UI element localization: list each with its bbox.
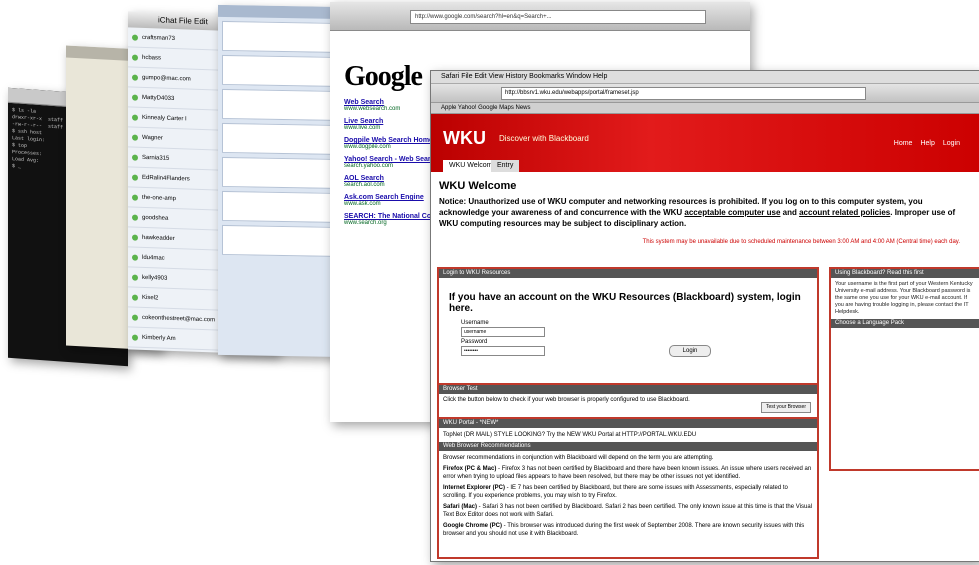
- mail-block: [222, 54, 344, 88]
- buddy-name: craftsman73: [142, 34, 176, 42]
- browser-toolbar: http://bbsrv1.wku.edu/webapps/portal/fra…: [431, 84, 979, 103]
- mail-block: [222, 88, 344, 122]
- google-url-field[interactable]: http://www.google.com/search?hl=en&q=Sea…: [410, 10, 706, 24]
- account-policies-link[interactable]: account related policies: [799, 208, 890, 217]
- buddy-name: Sarnia315: [142, 154, 170, 162]
- buddy-name: MattyD4033: [142, 94, 175, 102]
- bookmarks-bar[interactable]: Apple Yahoo! Google Maps News: [431, 103, 979, 114]
- notice-text: and: [780, 208, 800, 217]
- buddy-name: goodshea: [142, 214, 169, 222]
- buddy-name: the-one-amp: [142, 194, 177, 202]
- status-dot-icon: [132, 194, 138, 201]
- wku-banner: WKU Discover with Blackboard WKU Welcome…: [431, 114, 979, 172]
- recommendations-list: Firefox (PC & Mac) - Firefox 3 has not b…: [439, 465, 817, 538]
- mail-window: [218, 4, 348, 358]
- tab-entry[interactable]: Entry: [491, 160, 520, 172]
- address-bar[interactable]: http://bbsrv1.wku.edu/webapps/portal/fra…: [501, 87, 866, 100]
- status-dot-icon: [132, 174, 138, 181]
- acceptable-use-link[interactable]: acceptable computer use: [684, 208, 780, 217]
- buddy-name: hawkeadder: [142, 234, 175, 242]
- status-dot-icon: [132, 214, 138, 221]
- status-dot-icon: [132, 34, 138, 41]
- buddy-name: ldu4mac: [142, 254, 165, 262]
- status-dot-icon: [132, 114, 138, 121]
- side-panel-header: Using Blackboard? Read this first: [831, 269, 979, 278]
- recommendations-header: Web Browser Recommendations: [439, 442, 817, 451]
- banner-icons: Home Help Login: [894, 140, 960, 147]
- status-dot-icon: [132, 294, 138, 301]
- browser-test-text: Click the button below to check if your …: [443, 397, 690, 403]
- recommendation-text: Safari 3 has not been certified by Black…: [443, 504, 812, 518]
- status-dot-icon: [132, 74, 138, 81]
- mail-block: [222, 224, 344, 258]
- browser-test-panel: Browser Test Click the button below to c…: [437, 383, 819, 419]
- status-dot-icon: [132, 134, 138, 141]
- browser-name: Google Chrome (PC): [443, 523, 503, 529]
- recommendation-text: Firefox 3 has not been certified by Blac…: [443, 466, 812, 480]
- buddy-name: Wagner: [142, 134, 163, 142]
- status-dot-icon: [132, 314, 138, 321]
- help-side-panel: Using Blackboard? Read this first Your u…: [829, 267, 979, 471]
- buddy-name: Kisel2: [142, 294, 159, 301]
- login-panel-header: Login to WKU Resources: [439, 269, 817, 278]
- password-input[interactable]: ••••••••: [461, 346, 545, 356]
- buddy-name: gumpo@mac.com: [142, 74, 191, 83]
- recommendation-item: Internet Explorer (PC) - IE 7 has been c…: [443, 485, 788, 499]
- browser-name: Safari (Mac): [443, 504, 478, 510]
- side-panel-text: Your username is the first part of your …: [835, 281, 973, 315]
- portal-text[interactable]: TopNet (DR MAIL) STYLE LOOKING? Try the …: [443, 431, 813, 439]
- buddy-name: kelly4903: [142, 274, 168, 282]
- buddy-name: cokeonthestreet@mac.com: [142, 314, 216, 323]
- mail-titlebar: [218, 4, 348, 20]
- maintenance-notice: This system may be unavailable due to sc…: [642, 239, 960, 245]
- google-toolbar: http://www.google.com/search?hl=en&q=Sea…: [330, 2, 750, 31]
- username-label: Username: [461, 320, 489, 326]
- status-dot-icon: [132, 254, 138, 261]
- status-dot-icon: [132, 234, 138, 241]
- recommendation-item: Google Chrome (PC) - This browser was in…: [443, 523, 805, 537]
- browser-name: Firefox (PC & Mac): [443, 466, 497, 472]
- mail-block: [222, 20, 344, 54]
- browser-name: Internet Explorer (PC): [443, 485, 506, 491]
- help-icon[interactable]: Help: [920, 140, 934, 147]
- wku-logo[interactable]: WKU: [443, 128, 486, 149]
- buddy-name: hcbass: [142, 54, 162, 62]
- recommendation-item: Safari (Mac) - Safari 3 has not been cer…: [443, 504, 812, 518]
- login-panel-title: If you have an account on the WKU Resour…: [449, 292, 801, 314]
- portal-header: WKU Portal - *NEW*: [439, 419, 817, 428]
- buddy-name: EdRalin4Flanders: [142, 174, 190, 183]
- wku-subtitle: Discover with Blackboard: [499, 134, 589, 143]
- status-dot-icon: [132, 54, 138, 61]
- recommendations-intro: Browser recommendations in conjunction w…: [443, 455, 714, 461]
- browser-test-header: Browser Test: [439, 385, 817, 394]
- home-icon[interactable]: Home: [894, 140, 913, 147]
- login-button[interactable]: Login: [669, 345, 711, 357]
- status-dot-icon: [132, 94, 138, 101]
- test-browser-button[interactable]: Test your Browser: [760, 402, 811, 413]
- login-panel: Login to WKU Resources If you have an ac…: [437, 267, 819, 385]
- password-label: Password: [461, 339, 488, 345]
- recommendations-panel: WKU Portal - *NEW* TopNet (DR MAIL) STYL…: [437, 417, 819, 559]
- buddy-name: Kinnealy Carter I: [142, 114, 187, 122]
- status-dot-icon: [132, 274, 138, 281]
- usage-notice: Notice: Unauthorized use of WKU computer…: [439, 196, 972, 229]
- status-dot-icon: [132, 154, 138, 161]
- recommendation-item: Firefox (PC & Mac) - Firefox 3 has not b…: [443, 466, 812, 480]
- wku-blackboard-window: Safari File Edit View History Bookmarks …: [430, 70, 979, 562]
- username-input[interactable]: username: [461, 327, 545, 337]
- mail-block: [222, 190, 344, 224]
- status-dot-icon: [132, 334, 138, 341]
- buddy-name: Kimberly Am: [142, 334, 176, 342]
- language-pack-header[interactable]: Choose a Language Pack: [831, 319, 979, 328]
- mail-block: [222, 156, 344, 190]
- mail-block: [222, 122, 344, 156]
- menu-bar[interactable]: Safari File Edit View History Bookmarks …: [431, 71, 979, 84]
- page-heading: WKU Welcome: [439, 180, 517, 192]
- login-icon[interactable]: Login: [943, 140, 960, 147]
